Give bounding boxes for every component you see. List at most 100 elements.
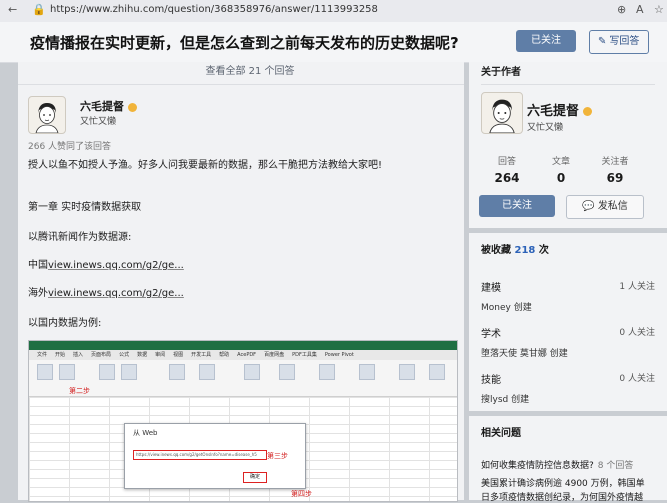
excel-tab: 文件 [37,352,48,358]
favorite-follow-count: 1 人关注 [619,282,655,292]
excel-tab: AcePDF [237,352,257,358]
upvote-count: 266 人赞同了该回答 [28,142,112,152]
ribbon-button [99,364,115,380]
author-name[interactable]: 六毛提督 [80,98,137,114]
excel-tab: 页面布局 [91,352,112,358]
read-aloud-icon[interactable]: A [636,3,644,16]
zoom-icon[interactable]: ⊕ [617,3,626,16]
address-url[interactable]: https://www.zhihu.com/question/368358976… [50,4,378,15]
stat-value: 69 [606,171,624,185]
ribbon-button [399,364,415,380]
stat-value: 264 [494,171,520,185]
pencil-icon: ✎ [598,36,607,47]
about-author-title: 关于作者 [481,62,655,85]
ribbon-button [121,364,137,380]
related-question[interactable]: 日多项疫情数据创纪录，为何国外疫情越 [481,490,667,503]
related-questions-card: 相关问题 如何收集疫情防控信息数据? 8 个回答 美国累计确诊病例逾 4900 万… [469,416,667,503]
step4-label: 第四步 [291,490,312,498]
about-author-card: 关于作者 六毛提督 又忙又懒 回答 264 文章 0 关注者 69 已关注 💬 … [469,62,667,228]
favorite-star-icon[interactable]: ☆ [654,3,664,16]
avatar-illustration [489,99,515,133]
related-answer-count: 8 个回答 [597,461,634,471]
back-arrow-icon[interactable]: ← [8,3,17,16]
dialog-title: 从 Web [133,429,158,437]
dialog-ok-button[interactable]: 确定 [243,472,267,483]
related-title: 相关问题 [481,428,521,439]
excel-titlebar [29,341,457,350]
stat-label: 文章 [551,157,570,167]
author-avatar[interactable] [28,96,66,134]
related-question-title: 日多项疫情数据创纪录，为何国外疫情越 [481,493,644,503]
excel-tab: 插入 [73,352,84,358]
excel-tab: 开始 [55,352,66,358]
sidebar-author-bio: 又忙又懒 [527,123,564,133]
overseas-data-link[interactable]: view.inews.qq.com/g2/ge... [48,288,184,299]
lock-icon: 🔒 [32,3,46,16]
write-answer-label: 写回答 [609,36,640,47]
send-message-label: 发私信 [597,201,628,212]
excel-ribbon-tabs: 文件 开始 插入 页面布局 公式 数据 审阅 视图 开发工具 帮助 AcePDF 百度网盘 PDF工具集… [29,350,457,360]
excel-ribbon: 第二步 [29,360,457,397]
view-all-label: 查看全部 21 个回答 [205,66,295,77]
paragraph-source: 以腾讯新闻作为数据源: [28,232,132,243]
paragraph-china-link: 中国view.inews.qq.com/g2/ge... [28,256,184,271]
excel-tab: 公式 [119,352,130,358]
favorite-creator: 堕落天使 莫甘娜 创建 [481,349,568,359]
ribbon-button [37,364,53,380]
favorite-follow-count: 0 人关注 [619,328,655,338]
favorite-item[interactable]: 建模 1 人关注 Money 创建 [481,279,655,313]
answer-card: 查看全部 21 个回答 六毛提督 又忙又懒 266 人赞同了该回答 授人以鱼不如… [18,62,464,502]
avatar-illustration [35,103,59,133]
overseas-label: 海外 [28,288,48,299]
excel-tab: PDF工具集 [292,352,317,358]
favorites-title: 被收藏 218 次 [481,245,549,256]
stat-answers[interactable]: 回答 264 [479,154,535,185]
excel-tab: Power Pivot [324,352,354,358]
ribbon-button [244,364,260,380]
paragraph-intro: 授人以鱼不如授人予渔。好多人问我要最新的数据，那么干脆把方法教给大家吧! [28,160,383,171]
question-title: 疫情播报在实时更新，但是怎么查到之前每天发布的历史数据呢? [30,34,459,52]
sidebar-follow-button[interactable]: 已关注 [479,195,555,217]
view-all-answers-link[interactable]: 查看全部 21 个回答 [18,62,464,85]
stat-followers[interactable]: 关注者 69 [587,154,643,185]
excel-tab: 视图 [173,352,184,358]
sidebar-author-avatar[interactable] [481,92,523,134]
paragraph-example: 以国内数据为例: [28,318,102,329]
question-header: 疫情播报在实时更新，但是怎么查到之前每天发布的历史数据呢? 已关注 ✎ 写回答 [0,22,667,63]
browser-address-bar: ← 🔒 https://www.zhihu.com/question/36835… [0,0,667,23]
excel-tab: 审阅 [155,352,166,358]
related-question[interactable]: 如何收集疫情防控信息数据? 8 个回答 [481,458,667,471]
favorite-follow-count: 0 人关注 [619,374,655,384]
china-data-link[interactable]: view.inews.qq.com/g2/ge... [48,260,184,271]
stat-label: 回答 [497,157,516,167]
ribbon-button [59,364,75,380]
china-label: 中国 [28,260,48,271]
excel-screenshot: 文件 开始 插入 页面布局 公式 数据 审阅 视图 开发工具 帮助 AcePDF 百度网盘 PDF工具集… [28,340,458,502]
ribbon-button [319,364,335,380]
badge-icon [128,102,137,112]
favorite-item[interactable]: 技能 0 人关注 搜lysd 创建 [481,371,655,405]
paragraph-overseas-link: 海外view.inews.qq.com/g2/ge... [28,284,184,299]
stat-label: 关注者 [601,157,629,167]
excel-tab: 开发工具 [191,352,212,358]
favorites-card: 被收藏 218 次 建模 1 人关注 Money 创建 学术 0 人关注 堕落天… [469,233,667,411]
ribbon-button [199,364,215,380]
write-answer-button[interactable]: ✎ 写回答 [589,30,649,54]
send-message-button[interactable]: 💬 发私信 [566,195,644,219]
favorites-count[interactable]: 218 [514,245,535,256]
section-heading: 第一章 实时疫情数据获取 [28,202,142,213]
stat-articles[interactable]: 文章 0 [533,154,589,185]
excel-tab: 数据 [137,352,148,358]
ribbon-button [359,364,375,380]
follow-question-button[interactable]: 已关注 [516,30,576,52]
sidebar-author-name[interactable]: 六毛提督 [527,100,593,119]
step3-label: 第三步 [267,452,288,460]
related-question-title: 如何收集疫情防控信息数据? [481,461,594,471]
ribbon-button [279,364,295,380]
author-bio: 又忙又懒 [80,117,117,127]
related-question[interactable]: 美国累计确诊病例逾 4900 万例，韩国单 [481,476,667,489]
favorite-creator: 搜lysd 创建 [481,395,530,405]
dialog-url-input[interactable]: https://view.inews.qq.com/g2/getOnsInfo?… [133,450,267,460]
favorite-item[interactable]: 学术 0 人关注 堕落天使 莫甘娜 创建 [481,325,655,359]
favorite-creator: Money 创建 [481,303,532,313]
